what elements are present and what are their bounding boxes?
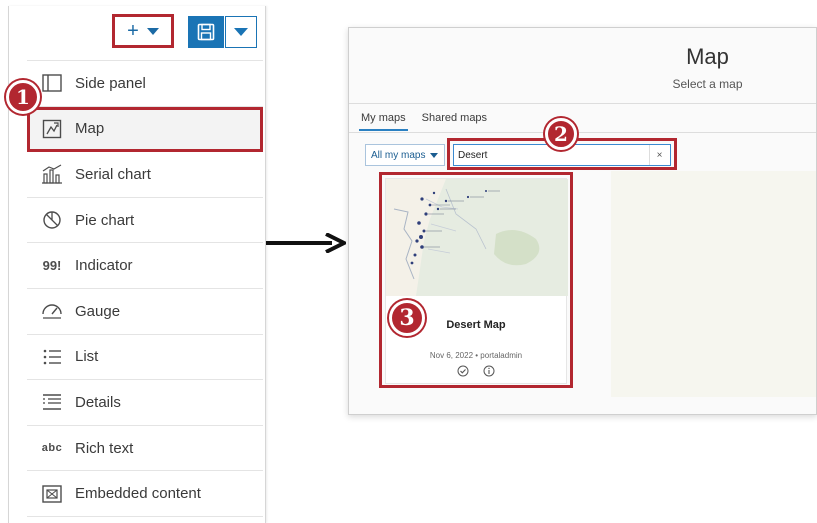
dialog-subtitle: Select a map [672, 77, 743, 91]
chevron-down-icon [234, 28, 248, 36]
map-card[interactable]: Desert Map Nov 6, 2022 • portaladmin [385, 178, 568, 384]
tab-my-maps[interactable]: My maps [359, 110, 408, 131]
widget-panel: + Side panel Map Serial chart Pie chart … [8, 6, 266, 523]
card-actions [386, 365, 566, 380]
menu-item-indicator[interactable]: 99! Indicator [27, 243, 263, 289]
card-date: Nov 6, 2022 [429, 351, 474, 360]
map-thumbnail [386, 179, 568, 296]
menu-item-label: Side panel [75, 74, 146, 92]
menu-item-map[interactable]: Map [27, 106, 263, 153]
separator: • [475, 351, 479, 360]
close-icon[interactable]: × [649, 145, 669, 165]
chevron-down-icon [146, 27, 159, 35]
menu-item-embedded-content[interactable]: Embedded content [27, 471, 263, 517]
menu-item-label: Pie chart [75, 211, 135, 229]
list-icon [41, 346, 63, 368]
map-filter-dropdown[interactable]: All my maps [365, 144, 445, 166]
menu-item-label: Details [75, 393, 121, 411]
menu-item-gauge[interactable]: Gauge [27, 289, 263, 335]
indicator-icon: 99! [42, 258, 62, 274]
divider [349, 132, 816, 133]
map-selection-dialog: Map Select a map My maps Shared maps All… [348, 27, 817, 415]
menu-item-label: Embedded content [75, 485, 201, 503]
filter-label: All my maps [371, 149, 426, 161]
menu-item-label: Rich text [75, 439, 134, 457]
menu-item-label: Gauge [75, 302, 121, 320]
check-circle-icon[interactable] [457, 365, 469, 380]
side-panel-icon [41, 72, 63, 94]
map-source-tabs: My maps Shared maps [359, 110, 489, 131]
rich-text-icon: abc [41, 442, 63, 455]
step-1-badge: 1 [6, 80, 40, 114]
menu-item-pie-chart[interactable]: Pie chart [27, 198, 263, 244]
add-widget-button[interactable]: + [112, 14, 174, 48]
info-icon[interactable] [483, 365, 495, 380]
menu-item-list[interactable]: List [27, 335, 263, 381]
empty-area [611, 171, 816, 397]
menu-item-label: Indicator [75, 257, 133, 275]
details-icon [41, 391, 63, 413]
map-icon [41, 118, 63, 140]
plus-icon: + [127, 19, 139, 42]
card-meta: Nov 6, 2022 • portaladmin [386, 351, 566, 360]
serial-chart-icon [41, 163, 63, 185]
card-owner: portaladmin [480, 351, 523, 360]
divider [349, 103, 816, 104]
step-2-badge: 2 [545, 118, 577, 150]
arrow-right-icon [266, 233, 346, 253]
save-options-button[interactable] [225, 16, 257, 48]
add-widget-menu: Side panel Map Serial chart Pie chart 99… [27, 60, 263, 517]
embedded-content-icon [41, 483, 63, 505]
step-3-badge: 3 [389, 300, 425, 336]
menu-item-label: Map [75, 120, 105, 138]
menu-item-label: List [75, 348, 99, 366]
save-button[interactable] [188, 16, 224, 48]
pie-chart-icon [41, 209, 63, 231]
menu-item-rich-text[interactable]: abc Rich text [27, 426, 263, 472]
menu-item-label: Serial chart [75, 165, 151, 183]
menu-item-details[interactable]: Details [27, 380, 263, 426]
toolbar: + [9, 6, 265, 56]
menu-item-serial-chart[interactable]: Serial chart [27, 152, 263, 198]
menu-item-side-panel[interactable]: Side panel [27, 61, 263, 107]
dialog-title: Map [686, 44, 729, 69]
tab-shared-maps[interactable]: Shared maps [420, 110, 489, 131]
gauge-icon [41, 300, 63, 322]
floppy-disk-icon [197, 23, 215, 41]
chevron-down-icon [430, 152, 439, 158]
